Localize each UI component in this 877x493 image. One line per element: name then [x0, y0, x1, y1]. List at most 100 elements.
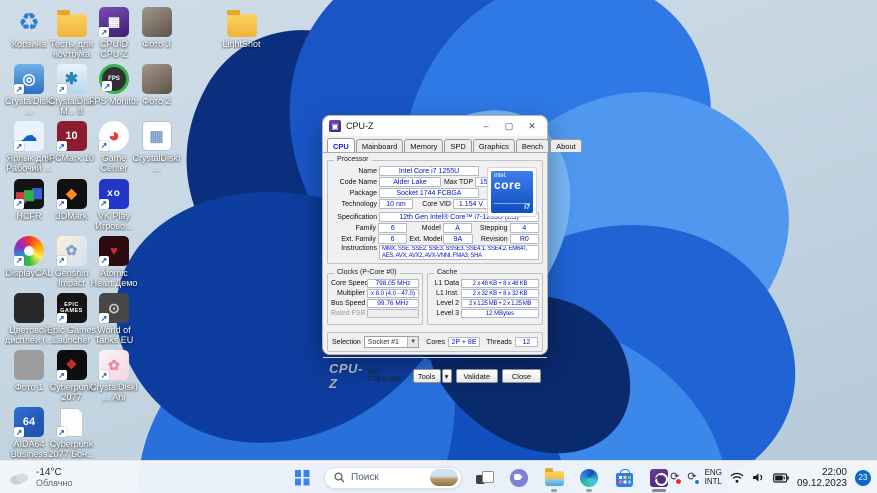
shortcut-arrow-icon: ↗: [99, 27, 109, 37]
desktop-icon[interactable]: Фото 3: [134, 7, 180, 49]
desktop-icon[interactable]: ⊙ ↗ World of Tanks EU: [91, 293, 137, 345]
taskview-icon: [475, 469, 494, 487]
desktop-icon[interactable]: ✿ ↗ Genshin Impact: [49, 235, 95, 288]
desktop-icon[interactable]: EPIC GAMES ↗ Epic Games Launcher: [47, 293, 96, 345]
tab-graphics[interactable]: Graphics: [472, 139, 515, 152]
chevron-down-icon[interactable]: ▼: [407, 337, 419, 347]
search-daily-image[interactable]: [430, 469, 458, 486]
bus-speed-label: Bus Speed: [331, 300, 366, 307]
explorer-icon: [544, 468, 564, 486]
cdm-icon: ✱ ↗: [56, 64, 87, 95]
close-dialog-button[interactable]: Close: [501, 369, 541, 383]
explorer-taskbar-button[interactable]: [541, 463, 567, 493]
threads-field: 12: [514, 337, 538, 347]
minimize-button[interactable]: –: [477, 121, 495, 131]
start-taskbar-button[interactable]: [289, 463, 315, 493]
desktop-icon-label: CrystalDiskI...: [132, 153, 181, 174]
desktop-icon[interactable]: xo ↗ VK Play Игрово...: [91, 178, 137, 231]
desktop-icon[interactable]: Цветовой дисплеи (...: [5, 293, 53, 345]
desktop-icon[interactable]: ☁ ↗ Ярлык для Рабочий ...: [6, 121, 52, 173]
cpuz-titlebar[interactable]: ▣ CPU-Z – ▢ ✕: [323, 116, 547, 136]
maximize-button[interactable]: ▢: [500, 121, 518, 132]
desktop-icon[interactable]: ❖ ↗ Cyberpunk 2077: [49, 350, 95, 402]
desktop-icon[interactable]: Фото 2: [134, 64, 180, 106]
shortcut-arrow-icon: ↗: [56, 84, 67, 95]
report-icon: ▦: [141, 121, 172, 152]
ext-family-label: Ext. Family: [341, 235, 376, 243]
tab-about[interactable]: About: [550, 139, 582, 152]
wifi-icon[interactable]: [730, 472, 744, 483]
technology-label: Technology: [341, 200, 377, 208]
tray-overflow-chevron-icon[interactable]: [654, 474, 664, 484]
ext-model-label: Ext. Model: [409, 235, 443, 243]
desktop-icon[interactable]: ↗ Cyberpunk 2077 Бон...: [49, 407, 95, 459]
desktop-icon[interactable]: FPS ↗ FPS Monitor: [89, 64, 139, 106]
displaycal-icon: ↗: [14, 235, 44, 266]
notification-badge[interactable]: 23: [855, 469, 871, 486]
package-label: Package: [349, 189, 377, 197]
tab-cpu[interactable]: CPU: [327, 138, 355, 152]
fps-icon: FPS ↗: [99, 64, 129, 95]
edge-taskbar-button[interactable]: [576, 463, 602, 493]
weather-widget[interactable]: -14°C Облачно: [8, 461, 72, 493]
tab-spd[interactable]: SPD: [444, 139, 472, 152]
desktop-icon[interactable]: Тесты для ноутбука: [49, 7, 95, 59]
selection-label: Selection: [332, 338, 361, 346]
desktop-icon[interactable]: 10 ↗ PCMark 10: [49, 121, 95, 163]
desktop-icon[interactable]: ✱ ↗ CrystalDiskM... 8: [49, 64, 95, 116]
cdi-icon: ◎ ↗: [14, 64, 44, 95]
selection-dropdown[interactable]: Socket #1 ▼: [363, 336, 420, 348]
desktop-icon[interactable]: ◕ ↗ Game Center: [91, 121, 137, 173]
intel-core-i7-badge: intel. core i7: [487, 167, 537, 217]
folder-icon: [226, 10, 257, 37]
wot-icon: ⊙ ↗: [99, 293, 129, 323]
shortcut-arrow-icon: ↗: [56, 370, 67, 381]
tab-bench[interactable]: Bench: [515, 139, 550, 152]
tab-memory[interactable]: Memory: [404, 139, 444, 152]
desktop-icon[interactable]: ♻ Корзина: [6, 7, 52, 50]
volume-icon[interactable]: [752, 472, 765, 483]
taskview-taskbar-button[interactable]: [471, 463, 497, 493]
gamecenter-icon: ◕ ↗: [99, 121, 129, 152]
shortcut-arrow-icon: ↗: [14, 84, 24, 95]
selection-group: Selection Socket #1 ▼ Cores 2P + 8E Thre…: [327, 332, 543, 352]
store-icon: [615, 468, 633, 487]
specification-label: Specification: [337, 213, 377, 221]
stepping-label: Stepping: [479, 224, 508, 232]
desktop-icon[interactable]: ✿↗CrystalDiskI... Ani Edition: [90, 350, 138, 403]
sync-error-icon[interactable]: ⟳: [670, 472, 683, 485]
clock[interactable]: 22:00 09.12.2023: [797, 467, 847, 489]
cyberpunk-icon: ❖ ↗: [56, 350, 87, 381]
desktop-icon[interactable]: LightShot: [219, 7, 265, 49]
chat-taskbar-button[interactable]: [506, 463, 532, 493]
family-field: 6: [378, 223, 408, 233]
shortcut-arrow-icon: ↗: [56, 427, 67, 438]
desktop-icon[interactable]: Фото 1: [6, 350, 52, 392]
core-vid-label: Core VID: [422, 200, 451, 208]
close-button[interactable]: ✕: [523, 121, 541, 132]
tools-dropdown-arrow[interactable]: ▾: [441, 369, 452, 383]
desktop-icon[interactable]: ◎ ↗ CrystalDiskI...: [5, 64, 53, 116]
model-field: A: [442, 223, 473, 233]
rated-fsb-label: Rated FSB: [331, 310, 366, 317]
recycle-icon: ♻: [18, 8, 40, 36]
tab-mainboard[interactable]: Mainboard: [355, 139, 404, 152]
desktop-icon[interactable]: 64 ↗ AIDA64 Business: [6, 407, 52, 459]
desktop-icon[interactable]: ▦ ↗ CPUID CPU-Z: [91, 7, 137, 59]
language-indicator[interactable]: ENG INTL: [705, 468, 722, 486]
tools-button[interactable]: Tools: [412, 369, 441, 383]
desktop-icon[interactable]: ◆ ↗ 3DMark: [49, 178, 95, 221]
desktop-icon[interactable]: ▆ ↗ HCFR: [6, 178, 52, 221]
battery-charging-icon[interactable]: [773, 472, 789, 483]
model-label: Model: [421, 224, 441, 232]
desktop-icon[interactable]: ↗ DisplayCAL: [5, 235, 53, 278]
update-sync-icon[interactable]: ⟳: [687, 472, 700, 485]
search-input[interactable]: Поиск: [324, 466, 462, 489]
bus-speed-field: 99.76 MHz: [367, 299, 419, 308]
level2-field: 2 x 1.25 MB + 2 x 1.25 MB: [461, 299, 539, 308]
store-taskbar-button[interactable]: [611, 463, 637, 493]
validate-button[interactable]: Validate: [455, 369, 498, 383]
desktop-icon[interactable]: ♥ ↗ Atomic Heart Демо: [91, 235, 137, 288]
window-title: CPU-Z: [346, 121, 374, 131]
desktop-icon[interactable]: ▦ CrystalDiskI...: [132, 121, 181, 174]
